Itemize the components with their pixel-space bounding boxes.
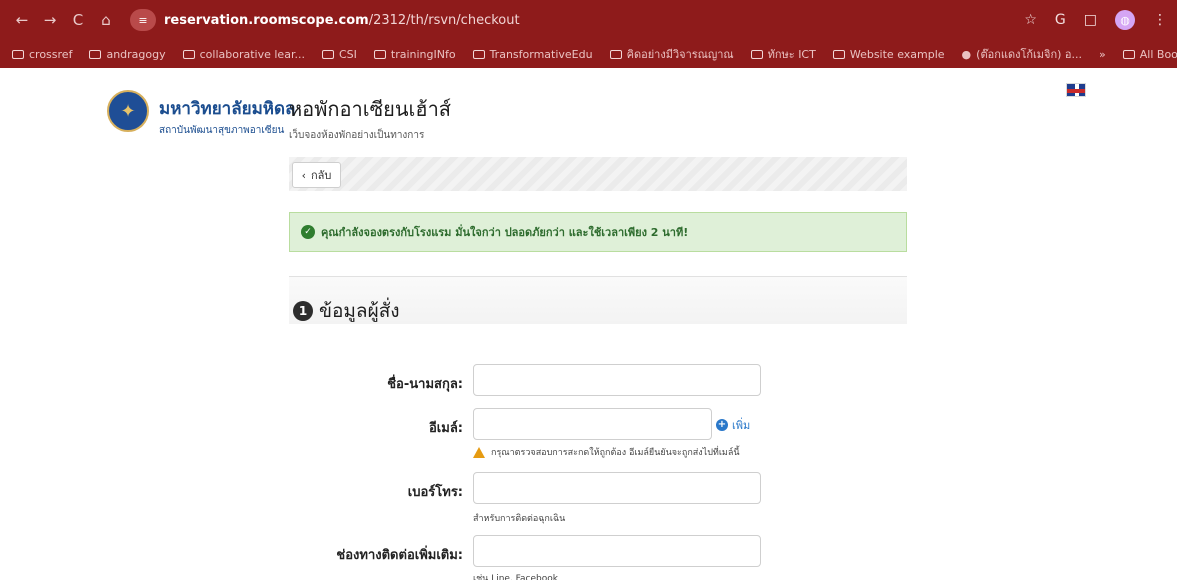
bookmark-label: andragogy [106,47,166,61]
orderer-section-title: 1 ข้อมูลผู้สั่ง [293,296,400,326]
url-path: /2312/th/rsvn/checkout [368,12,520,28]
phone-input[interactable] [473,472,761,504]
folder-icon [750,49,763,59]
add-email-button[interactable]: + เพิ่ม [716,416,750,434]
folder-icon [609,49,622,59]
name-label: ชื่อ-นามสกุล: [387,377,463,392]
bookmark-label: collaborative lear... [199,47,305,61]
step-number-icon: 1 [293,301,313,321]
hotel-title: หอพักอาเซียนเฮ้าส์ [289,97,452,121]
email-warning-text: กรุณาตรวจสอบการสะกดให้ถูกต้อง อีเมล์ยืนย… [491,448,740,458]
bookmark-transformative-edu[interactable]: TransformativeEdu [472,47,593,61]
extensions-icon[interactable]: □ [1084,12,1097,28]
reload-icon[interactable]: C [66,11,90,29]
hotel-heading: หอพักอาเซียนเฮ้าส์ เว็บจองห้องพักอย่างเป… [289,93,451,143]
address-bar[interactable]: ≡ reservation.roomscope.com /2312/th/rsv… [130,7,1000,33]
url-domain: reservation.roomscope.com [164,12,369,28]
home-icon[interactable]: ⌂ [94,11,118,29]
add-email-label: เพิ่ม [732,419,751,432]
bookmark-training-info[interactable]: trainingINfo [373,47,456,61]
contact-label: ช่องทางติดต่อเพิ่มเติม: [336,548,463,563]
warning-icon [473,446,485,458]
back-arrow-icon[interactable]: ← [10,11,34,29]
bookmark-star-icon[interactable]: ☆ [1024,12,1037,28]
google-icon[interactable]: G [1055,12,1066,28]
folder-icon [12,49,24,59]
forward-arrow-icon[interactable]: → [38,11,62,29]
email-label: อีเมล์: [429,421,463,436]
profile-avatar-icon[interactable]: ◍ [1115,10,1135,30]
browser-toolbar: ← → C ⌂ ≡ reservation.roomscope.com /231… [0,0,1177,40]
browser-menu-icon[interactable]: ⋮ [1153,12,1167,28]
checkout-page: ✦ มหาวิทยาลัยมหิดล สถาบันพัฒนาสุขภาพอาเซ… [0,68,1177,580]
check-circle-icon: ✓ [301,225,315,239]
additional-contact-input[interactable] [473,535,761,567]
email-input[interactable] [473,408,712,440]
back-button-label: กลับ [311,169,332,182]
name-input[interactable] [473,364,761,396]
bookmark-csi[interactable]: CSI [321,47,357,61]
chevron-left-icon: ‹ [301,168,306,182]
bookmark-magic-video[interactable]: ● (ต๊อกแดงโก้เมจิก) อ... [962,45,1082,63]
folder-icon [321,49,334,59]
bookmark-label: CSI [338,47,357,61]
university-name: มหาวิทยาลัยมหิดล [159,99,296,119]
email-warning: กรุณาตรวจสอบการสะกดให้ถูกต้อง อีเมล์ยืนย… [473,445,740,459]
bookmarks-bar: crossref andragogy collaborative lear...… [0,40,1177,68]
globe-icon: ● [961,47,972,61]
bookmark-label: crossref [29,47,73,61]
site-settings-icon[interactable]: ≡ [130,9,156,31]
back-button[interactable]: ‹ กลับ [292,162,341,188]
folder-icon [182,49,195,59]
english-flag-icon[interactable] [1066,83,1086,97]
university-seal-icon: ✦ [107,90,149,132]
folder-icon [472,49,485,59]
bookmark-collaborative[interactable]: collaborative lear... [182,47,305,61]
section-title-text: ข้อมูลผู้สั่ง [319,300,400,322]
bookmark-label: TransformativeEdu [489,47,593,61]
bookmark-label: (ต๊อกแดงโก้เมจิก) อ... [976,48,1083,61]
bookmark-label: Website example [849,47,945,61]
bookmark-label: คิดอย่างมีวิจารณญาณ [626,48,734,61]
success-alert: ✓ คุณกำลังจองตรงกับโรงแรม มั่นใจกว่า ปลอ… [289,212,907,252]
bookmark-website-example[interactable]: Website example [832,47,945,61]
folder-icon [89,49,102,59]
bookmark-label: All Bookmarks [1139,47,1177,61]
bookmark-label: trainingINfo [390,47,456,61]
bookmark-crossref[interactable]: crossref [12,48,72,61]
bookmark-andragogy[interactable]: andragogy [89,47,166,61]
bookmark-critical-thinking[interactable]: คิดอย่างมีวิจารณญาณ [609,45,734,63]
contact-help-text: เช่น Line, Facebook [473,574,558,580]
all-bookmarks-button[interactable]: All Bookmarks [1122,47,1177,61]
chevron-right-icon: » [1099,47,1106,61]
plus-circle-icon: + [716,419,728,431]
folder-icon [373,49,386,59]
back-panel [289,157,907,191]
bookmarks-overflow-button[interactable]: » [1099,48,1106,61]
folder-icon [832,49,845,59]
bookmark-ict-skills[interactable]: ทักษะ ICT [750,45,816,63]
phone-help-text: สำหรับการติดต่อฉุกเฉิน [473,514,566,524]
institute-name: สถาบันพัฒนาสุขภาพอาเซียน [159,125,285,136]
hotel-subtitle: เว็บจองห้องพักอย่างเป็นทางการ [289,130,425,141]
bookmark-label: ทักษะ ICT [767,48,816,61]
browser-actions: ☆ G □ ◍ ⋮ [1024,10,1167,30]
university-brand: มหาวิทยาลัยมหิดล สถาบันพัฒนาสุขภาพอาเซีย… [159,95,295,138]
phone-label: เบอร์โทร: [407,485,463,500]
alert-message: คุณกำลังจองตรงกับโรงแรม มั่นใจกว่า ปลอดภ… [321,226,689,239]
folder-icon [1122,49,1135,59]
